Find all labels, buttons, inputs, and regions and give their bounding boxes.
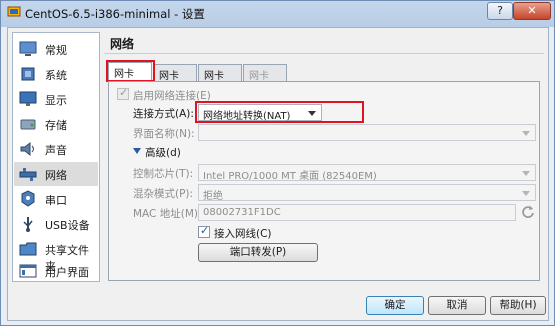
adapter-type-select[interactable]: Intel PRO/1000 MT 桌面 (82540EM) — [198, 164, 536, 182]
enable-network-label: 启用网络连接(E) — [133, 90, 211, 102]
help-window-button[interactable]: ? — [487, 2, 513, 20]
help-button[interactable]: 帮助(H) — [490, 296, 546, 315]
close-window-button[interactable]: ✕ — [513, 2, 551, 20]
window-title: CentOS-6.5-i386-minimal - 设置 — [25, 7, 205, 21]
tab-adapter-2[interactable]: 网卡 2 — [153, 64, 197, 93]
title-bar[interactable]: CentOS-6.5-i386-minimal - 设置 ? ✕ — [1, 1, 554, 25]
sidebar-item-shared-folders[interactable]: 共享文件夹 — [14, 237, 98, 273]
sidebar-item-label: 系统 — [45, 69, 67, 82]
sidebar-item-audio[interactable]: 声音 — [14, 137, 98, 161]
sidebar-item-storage[interactable]: 存储 — [14, 112, 98, 136]
chevron-down-icon — [522, 171, 530, 176]
settings-window: CentOS-6.5-i386-minimal - 设置 ? ✕ 常规 系统 显… — [0, 0, 555, 326]
adapter-settings-pane: 启用网络连接(E) 连接方式(A): 网络地址转换(NAT) 界面名称(N): … — [108, 81, 540, 281]
mac-address-field[interactable]: 08002731F1DC — [198, 204, 516, 221]
tab-adapter-3[interactable]: 网卡 3 — [198, 64, 242, 93]
monitor-icon — [19, 41, 37, 56]
advanced-label: 高级(d) — [145, 147, 181, 159]
ok-button[interactable]: 确定 — [366, 296, 424, 315]
speaker-icon — [20, 141, 34, 157]
sidebar-item-label: 显示 — [45, 94, 67, 107]
sidebar-item-label: 用户界面 — [45, 266, 89, 279]
chevron-down-icon — [522, 191, 530, 196]
chevron-down-icon — [522, 131, 530, 136]
storage-icon — [20, 119, 36, 130]
enable-network-checkbox[interactable] — [117, 86, 129, 100]
adapter-type-value: Intel PRO/1000 MT 桌面 (82540EM) — [203, 171, 377, 182]
sidebar-item-label: 常规 — [45, 44, 67, 57]
refresh-icon[interactable] — [520, 204, 536, 220]
virtualbox-icon — [7, 6, 21, 17]
usb-icon — [23, 217, 33, 232]
sidebar-item-label: 串口 — [45, 194, 67, 207]
dialog-body: 常规 系统 显示 存储 声音 网络 串口 USB设备 共享文件夹 用户界面 网络… — [7, 27, 549, 321]
promiscuous-mode-select[interactable]: 拒绝 — [198, 184, 536, 202]
cable-connected-checkbox[interactable] — [198, 224, 210, 238]
cancel-button[interactable]: 取消 — [428, 296, 486, 315]
serial-port-icon — [21, 190, 35, 207]
triangle-down-icon — [133, 148, 141, 154]
sidebar-item-label: USB设备 — [45, 219, 90, 232]
sidebar-item-usb[interactable]: USB设备 — [14, 212, 98, 236]
tab-adapter-4[interactable]: 网卡 4 — [243, 64, 287, 93]
chevron-down-icon — [308, 111, 316, 116]
tab-adapter-1[interactable]: 网卡 1 — [108, 62, 152, 91]
promiscuous-mode-value: 拒绝 — [203, 191, 223, 202]
panel-header: 网络 — [104, 32, 544, 54]
mac-address-label: MAC 地址(M): — [133, 208, 202, 220]
advanced-toggle[interactable]: 高级(d) — [133, 145, 233, 159]
sidebar-item-label: 存储 — [45, 119, 67, 132]
network-panel: 网络 网卡 1 网卡 2 网卡 3 网卡 4 启用网络连接(E) 连接方式(A)… — [104, 32, 544, 282]
promiscuous-mode-label: 混杂模式(P): — [133, 188, 194, 200]
name-label: 界面名称(N): — [133, 128, 195, 140]
sidebar-item-label: 网络 — [45, 169, 67, 182]
settings-sidebar: 常规 系统 显示 存储 声音 网络 串口 USB设备 共享文件夹 用户界面 — [12, 32, 100, 282]
attached-to-value: 网络地址转换(NAT) — [203, 111, 291, 122]
sidebar-item-user-interface[interactable]: 用户界面 — [14, 259, 98, 283]
page-title: 网络 — [110, 37, 135, 51]
chip-icon — [21, 67, 35, 81]
folder-icon — [19, 242, 37, 256]
sidebar-item-general[interactable]: 常规 — [14, 37, 98, 61]
network-icon — [19, 168, 37, 181]
cable-connected-label: 接入网线(C) — [214, 228, 272, 240]
attached-to-select[interactable]: 网络地址转换(NAT) — [198, 104, 322, 122]
name-select[interactable] — [198, 124, 536, 141]
adapter-type-label: 控制芯片(T): — [133, 168, 194, 180]
user-interface-icon — [19, 264, 37, 278]
sidebar-item-network[interactable]: 网络 — [14, 162, 98, 186]
sidebar-item-display[interactable]: 显示 — [14, 87, 98, 111]
port-forwarding-button[interactable]: 端口转发(P) — [198, 243, 318, 262]
mac-address-value: 08002731F1DC — [203, 207, 281, 218]
sidebar-item-label: 声音 — [45, 144, 67, 157]
sidebar-item-serial-ports[interactable]: 串口 — [14, 187, 98, 211]
sidebar-item-system[interactable]: 系统 — [14, 62, 98, 86]
display-icon — [19, 91, 37, 106]
attached-to-label: 连接方式(A): — [133, 108, 194, 120]
